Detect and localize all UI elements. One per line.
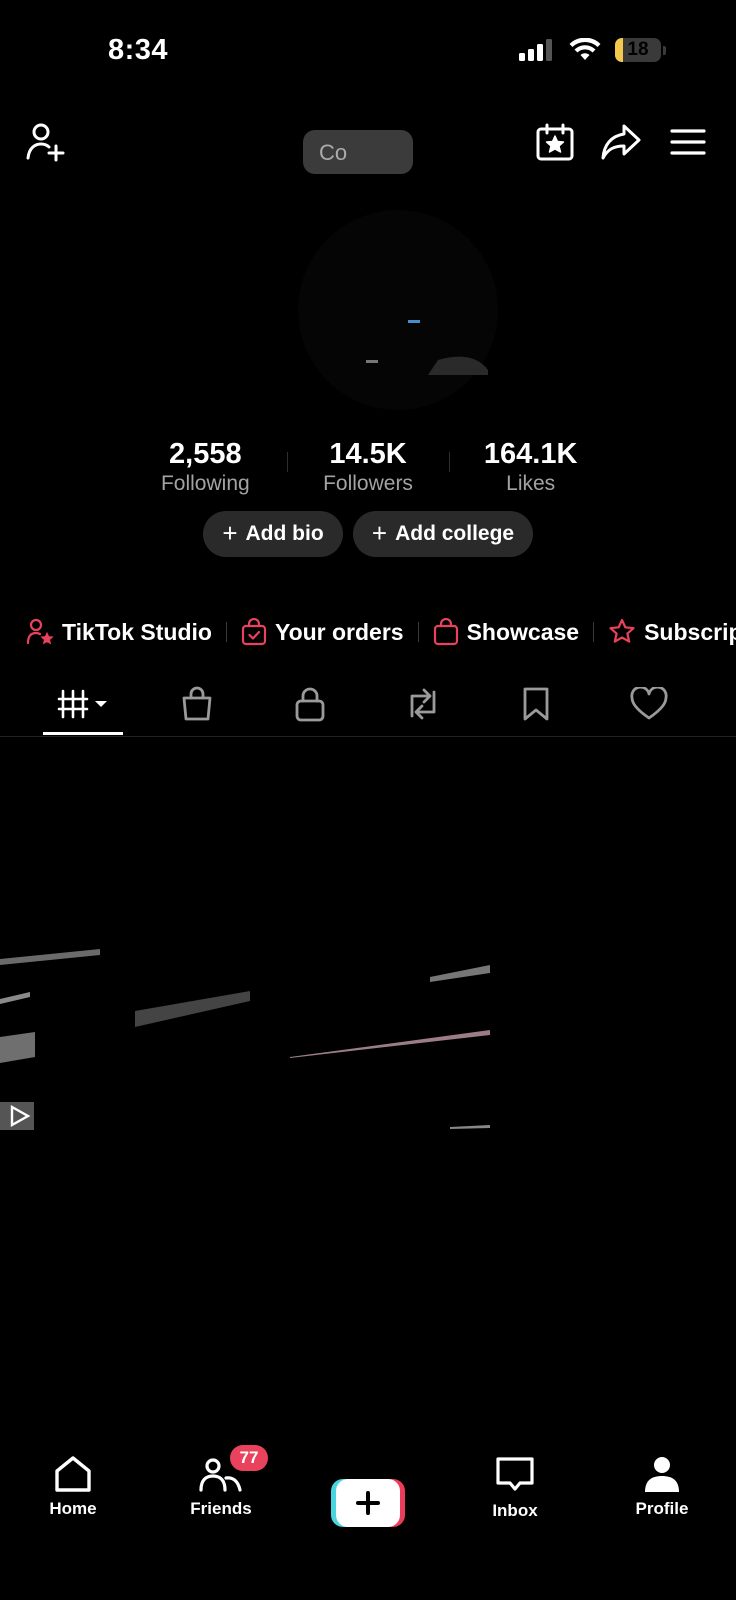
add-bio-button[interactable]: + Add bio (203, 511, 343, 557)
battery-indicator: 18 (615, 38, 661, 62)
heart-icon (630, 687, 668, 720)
plus-icon (356, 1491, 380, 1515)
shortcut-subscription[interactable]: Subscrip (608, 618, 736, 646)
nav-inbox[interactable]: Inbox (460, 1455, 570, 1521)
status-time: 8:34 (108, 34, 169, 66)
person-star-icon (26, 618, 54, 645)
bookmark-icon (523, 687, 549, 721)
nav-inbox-label: Inbox (492, 1501, 538, 1520)
grid-dropdown-icon (57, 689, 107, 719)
nav-friends-label: Friends (190, 1499, 252, 1518)
shortcut-tiktok-studio-label: TikTok Studio (62, 618, 212, 645)
cellular-signal-icon (519, 39, 552, 61)
video-thumbnail-image (0, 949, 490, 1130)
shortcut-row: TikTok Studio Your orders Showcase Subsc… (26, 618, 736, 646)
stat-followers[interactable]: 14.5K Followers (286, 436, 450, 496)
nav-friends[interactable]: 77 Friends (166, 1445, 276, 1519)
battery-nub (663, 45, 666, 55)
shortcut-showcase[interactable]: Showcase (433, 618, 580, 646)
nav-home-label: Home (49, 1499, 97, 1518)
tab-active-indicator (43, 732, 123, 735)
username-text: Co (319, 140, 348, 165)
shortcut-your-orders-label: Your orders (274, 618, 404, 645)
stat-likes-label: Likes (506, 472, 556, 495)
nav-profile[interactable]: Profile (607, 1455, 717, 1519)
calendar-star-icon (536, 123, 574, 161)
create-button-face (336, 1479, 400, 1527)
nav-profile-label: Profile (635, 1499, 689, 1518)
home-icon (55, 1456, 91, 1492)
profile-tabs (0, 680, 736, 737)
repost-icon (410, 688, 436, 720)
profile-avatar[interactable] (298, 210, 498, 410)
stat-likes[interactable]: 164.1K Likes (449, 436, 612, 496)
tab-private[interactable] (280, 680, 340, 728)
status-icons: 18 (519, 38, 666, 62)
divider (417, 622, 419, 642)
plus-icon: + (222, 517, 238, 548)
add-person-icon (26, 123, 65, 162)
friends-badge: 77 (230, 1445, 268, 1471)
add-bio-label: Add bio (245, 522, 324, 545)
shortcut-your-orders[interactable]: Your orders (241, 618, 404, 646)
add-college-label: Add college (395, 522, 515, 545)
share-profile-button[interactable] (597, 118, 645, 166)
profile-stats: 2,558 Following 14.5K Followers 164.1K L… (124, 436, 612, 496)
divider (593, 622, 595, 642)
shopping-bag-icon (182, 686, 212, 721)
profile-person-icon (645, 1457, 679, 1492)
share-arrow-icon (601, 124, 641, 160)
add-college-button[interactable]: + Add college (353, 511, 533, 557)
hamburger-menu-icon (670, 129, 706, 155)
stat-following[interactable]: 2,558 Following (124, 436, 287, 496)
lock-icon (295, 687, 325, 722)
stat-following-label: Following (160, 472, 250, 495)
tab-videos[interactable] (52, 680, 114, 728)
creator-calendar-button[interactable] (531, 118, 579, 166)
shopping-bag-icon (433, 618, 458, 646)
shortcut-showcase-label: Showcase (466, 618, 580, 645)
stat-likes-value: 164.1K (483, 438, 578, 470)
plus-icon: + (371, 517, 388, 548)
tab-liked[interactable] (619, 680, 679, 728)
stat-followers-label: Followers (323, 472, 413, 495)
nav-home[interactable]: Home (18, 1455, 128, 1519)
inbox-message-icon (496, 1457, 534, 1491)
menu-button[interactable] (664, 118, 712, 166)
shortcut-tiktok-studio[interactable]: TikTok Studio (26, 618, 212, 646)
username-pill[interactable]: Co (303, 130, 413, 174)
tab-shop[interactable] (167, 680, 227, 728)
tab-favorites[interactable] (506, 680, 566, 728)
divider (225, 622, 227, 642)
shortcut-subscription-label: Subscrip (644, 618, 736, 645)
stat-following-value: 2,558 (169, 438, 242, 470)
stat-followers-value: 14.5K (329, 438, 407, 470)
star-outline-icon (609, 618, 635, 643)
tab-reposts[interactable] (393, 680, 453, 728)
battery-level: 18 (627, 39, 649, 60)
add-friend-button[interactable] (22, 118, 70, 166)
avatar-image (366, 320, 488, 375)
bag-check-icon (241, 618, 267, 646)
create-button[interactable] (331, 1479, 405, 1527)
video-thumbnail[interactable] (0, 737, 490, 1152)
wifi-icon (569, 38, 601, 60)
